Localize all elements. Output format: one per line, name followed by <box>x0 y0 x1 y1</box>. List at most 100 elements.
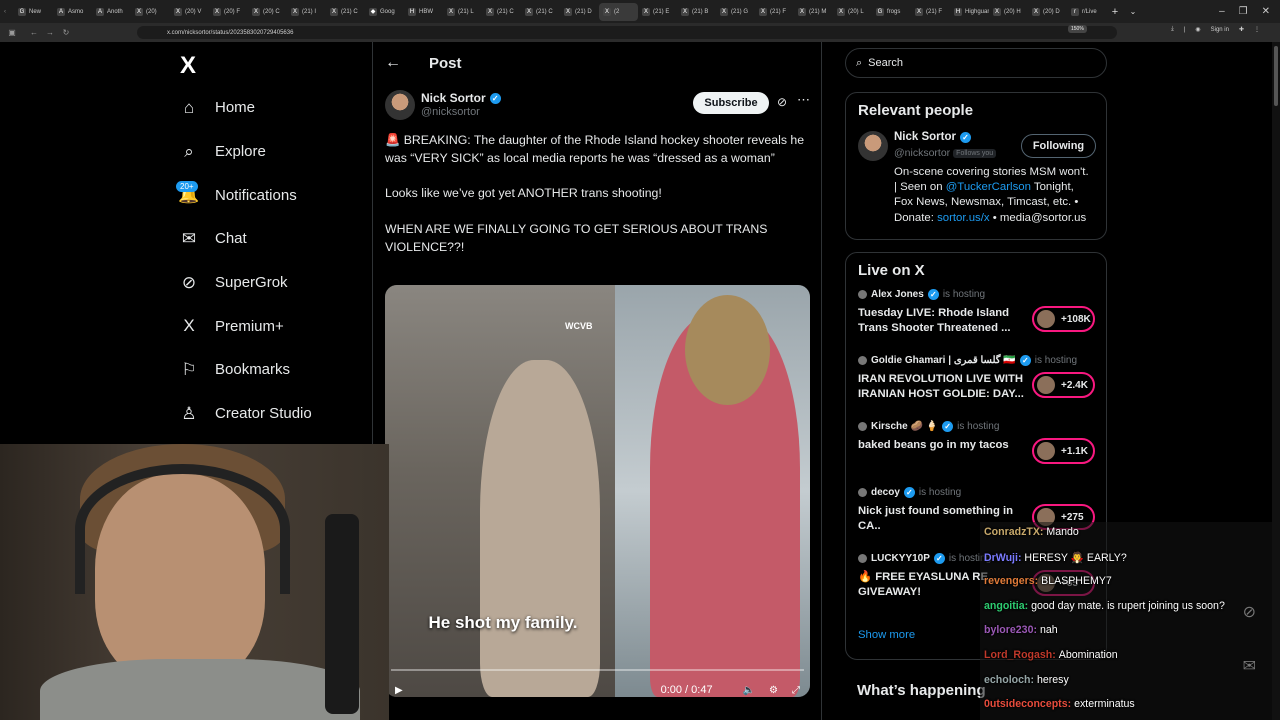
fullscreen-icon[interactable]: ⤢ <box>792 685 800 696</box>
volume-icon[interactable]: 🔈 <box>743 685 755 696</box>
browser-tab[interactable]: X (21) B <box>677 3 716 21</box>
following-button[interactable]: Following <box>1021 134 1096 158</box>
live-listener-pill[interactable]: +2.4K <box>1032 372 1095 398</box>
relevant-person-row[interactable]: Nick Sortor ✓ @nicksortor Follows you Fo… <box>858 127 1096 163</box>
nav-item-notifications[interactable]: 🔔 20+ Notifications <box>176 173 368 217</box>
bio-url-link[interactable]: sortor.us/x <box>937 212 990 224</box>
live-title: IRAN REVOLUTION LIVE WITH IRANIAN HOST G… <box>858 373 1024 400</box>
browser-tab[interactable]: X (20) L <box>833 3 872 21</box>
browser-tab[interactable]: X (21) M <box>794 3 833 21</box>
avatar[interactable] <box>385 90 415 120</box>
back-arrow-icon[interactable]: ← <box>385 54 401 72</box>
browser-tab[interactable]: r r/Live <box>1067 3 1106 21</box>
chat-username[interactable]: ConradzTX: <box>984 526 1043 538</box>
browser-tab[interactable]: A Anoth <box>92 3 131 21</box>
play-icon[interactable]: ▶ <box>395 685 403 696</box>
chat-message: ConradzTX: Mando <box>984 526 1079 538</box>
live-item[interactable]: Goldie Ghamari | گلسا قمری 🇮🇷 ✓ is hosti… <box>858 353 1095 419</box>
forward-icon[interactable]: → <box>42 28 58 37</box>
chat-username[interactable]: bylore230: <box>984 624 1037 636</box>
extensions-icon[interactable]: ✚ <box>1239 26 1244 33</box>
nav-item-premium[interactable]: X Premium+ <box>178 304 368 348</box>
profile-icon[interactable]: ◉ <box>1195 26 1200 33</box>
zoom-level[interactable]: 150% <box>1068 25 1087 33</box>
browser-tab[interactable]: ◆ Goog <box>365 3 404 21</box>
close-icon[interactable]: ✕ <box>1262 6 1270 17</box>
browser-tab[interactable]: X (21) G <box>716 3 755 21</box>
tweet-text: 🚨 BREAKING: The daughter of the Rhode Is… <box>385 132 811 274</box>
author-handle[interactable]: @nicksortor <box>421 106 480 118</box>
sign-in-button[interactable]: Sign in <box>1211 27 1229 33</box>
browser-tab[interactable]: X (21) I <box>287 3 326 21</box>
browser-tab[interactable]: A Asmo <box>53 3 92 21</box>
nav-item-bookmarks[interactable]: ⚐ Bookmarks <box>178 348 368 392</box>
url-field[interactable]: x.com/nicksortor/status/2023583020729405… <box>137 26 1117 39</box>
page-scrollbar[interactable] <box>1272 42 1280 720</box>
browser-tab[interactable]: X (21) F <box>911 3 950 21</box>
tab-back[interactable]: ‹ <box>0 3 14 21</box>
browser-tab[interactable]: X (20) V <box>170 3 209 21</box>
sidebar-toggle-icon[interactable]: ▣ <box>4 28 20 37</box>
browser-tab[interactable]: X (21) E <box>638 3 677 21</box>
browser-tab[interactable]: X (21) L <box>443 3 482 21</box>
live-listener-pill[interactable]: +1.1K <box>1032 438 1095 464</box>
browser-tab[interactable]: X (21) C <box>326 3 365 21</box>
browser-tab[interactable]: X (20) C <box>248 3 287 21</box>
more-options-icon[interactable]: ⋯ <box>797 92 810 108</box>
author-name[interactable]: Nick Sortor ✓ <box>421 91 501 105</box>
search-input[interactable] <box>868 57 1089 69</box>
new-tab-button[interactable]: + <box>1106 3 1124 21</box>
live-item[interactable]: Kirsche 🥔 🍦 ✓ is hosting baked beans go … <box>858 419 1095 485</box>
chat-message: DrWuji: HERESY 🧛 EARLY? <box>984 551 1127 564</box>
settings-icon[interactable]: ⚙ <box>769 685 778 696</box>
browser-tab[interactable]: X (21) C <box>482 3 521 21</box>
nav-item-label: Creator Studio <box>215 405 312 423</box>
restore-icon[interactable]: ❐ <box>1239 6 1248 17</box>
chat-username[interactable]: 0utsideconcepts: <box>984 698 1071 710</box>
download-icon[interactable]: ⤓ <box>1171 26 1174 33</box>
chat-username[interactable]: revengers: <box>984 575 1038 587</box>
browser-tab[interactable]: X (21) F <box>755 3 794 21</box>
search-box[interactable]: ⌕ <box>845 48 1107 78</box>
video-progress-bar[interactable] <box>391 669 804 671</box>
chat-username[interactable]: echoloch: <box>984 674 1034 686</box>
nav-item-explore[interactable]: ⌕ Explore <box>178 130 368 174</box>
nav-item-chat[interactable]: ✉ Chat <box>178 217 368 261</box>
nav-item-home[interactable]: ⌂ Home <box>178 86 368 130</box>
person-name[interactable]: Nick Sortor ✓ <box>894 131 971 143</box>
browser-tab[interactable]: X (20) <box>131 3 170 21</box>
browser-tab[interactable]: X (20) H <box>989 3 1028 21</box>
chat-username[interactable]: angoitia: <box>984 600 1028 612</box>
reload-icon[interactable]: ↻ <box>58 28 74 37</box>
browser-tab[interactable]: X (21) D <box>560 3 599 21</box>
video-player[interactable]: WCVB He shot my family. ▶ 0:00 / 0:47 🔈 … <box>385 285 810 697</box>
browser-tab[interactable]: G New <box>14 3 53 21</box>
browser-tab[interactable]: Gfrogs <box>872 3 911 21</box>
subscribe-button[interactable]: Subscribe <box>693 92 769 114</box>
browser-tab[interactable]: X (20) D <box>1028 3 1067 21</box>
avatar[interactable] <box>858 131 888 161</box>
live-item[interactable]: Alex Jones ✓ is hosting Tuesday LIVE: Rh… <box>858 287 1095 353</box>
browser-tab[interactable]: H HBW <box>404 3 443 21</box>
bio-mention-link[interactable]: @TuckerCarlson <box>946 181 1031 193</box>
x-logo[interactable]: X <box>180 52 196 80</box>
supergrok-icon: ⊘ <box>181 272 197 292</box>
nav-item-supergrok[interactable]: ⊘ SuperGrok <box>178 261 368 305</box>
live-host-name: Kirsche 🥔 🍦 <box>871 421 939 432</box>
browser-tab[interactable]: X (21) C <box>521 3 560 21</box>
back-icon[interactable]: ← <box>26 28 42 37</box>
show-more-link[interactable]: Show more <box>858 629 915 641</box>
grok-icon[interactable]: ⊘ <box>777 95 787 109</box>
nav-item-creator-studio[interactable]: ♙ Creator Studio <box>178 392 368 436</box>
minimize-icon[interactable]: – <box>1219 6 1225 17</box>
browser-tab[interactable]: H Highguar <box>950 3 989 21</box>
menu-icon[interactable]: ⋮ <box>1254 26 1260 33</box>
scrollbar-thumb[interactable] <box>1274 46 1278 106</box>
chat-username[interactable]: Lord_Rogash: <box>984 649 1056 661</box>
browser-tab[interactable]: X (20) F <box>209 3 248 21</box>
browser-tab[interactable]: X (2 <box>599 2 638 21</box>
tab-label: (20) <box>146 8 157 15</box>
tab-overflow-button[interactable]: ⌄ <box>1124 3 1142 21</box>
live-listener-pill[interactable]: +108K <box>1032 306 1095 332</box>
chat-username[interactable]: DrWuji: <box>984 552 1021 564</box>
